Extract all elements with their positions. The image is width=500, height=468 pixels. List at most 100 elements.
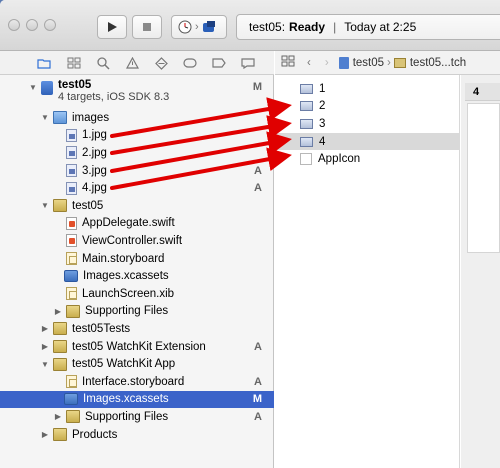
chevron-right-icon: ›: [387, 56, 391, 69]
run-button[interactable]: [97, 15, 127, 39]
jumpbar-item[interactable]: test05: [353, 57, 384, 69]
tree-row-file[interactable]: 3.jpg A: [0, 162, 274, 180]
folder-icon: [53, 357, 67, 371]
tree-row-label: LaunchScreen.xib: [82, 287, 175, 300]
image-slot-panel[interactable]: [467, 103, 500, 253]
tree-row-file[interactable]: AppDelegate.swift: [0, 215, 274, 233]
disclosure-closed-icon: ▶: [41, 342, 49, 352]
tree-row-group[interactable]: ▶ Supporting Files A: [0, 408, 274, 426]
editor-jumpbar: ‹ › test05 › test05...tch: [275, 51, 500, 75]
navigator-tabs: [0, 51, 274, 75]
tree-row-file[interactable]: Interface.storyboard A: [0, 373, 274, 391]
tree-row-file[interactable]: Images.xcassets: [0, 267, 274, 285]
detail-title: 4: [465, 83, 500, 101]
project-navigator: ▼ test05 4 targets, iOS SDK 8.3 M ▼ imag…: [0, 51, 274, 468]
tree-row-group[interactable]: ▼ test05 WatchKit App: [0, 355, 274, 373]
asset-label: 3: [319, 117, 326, 130]
toolbar: › test05: Ready | Today at 2:25: [0, 0, 500, 51]
tree-row-file[interactable]: 1.jpg: [0, 127, 274, 145]
source-control-badge: M: [252, 393, 262, 406]
image-set-icon: [300, 101, 313, 112]
asset-item[interactable]: 3: [275, 115, 460, 133]
tree-row-file[interactable]: ViewController.swift: [0, 232, 274, 250]
asset-item-selected[interactable]: 4: [275, 132, 460, 151]
related-items-icon[interactable]: [281, 55, 295, 70]
disclosure-closed-icon: ▶: [54, 412, 62, 422]
scheme-selector[interactable]: ›: [171, 15, 227, 39]
source-control-badge: A: [254, 410, 262, 423]
source-control-badge: M: [252, 81, 262, 93]
asset-detail: 4: [461, 75, 500, 468]
image-file-icon: [66, 164, 77, 178]
asset-item[interactable]: 1: [275, 80, 460, 98]
forward-arrow-icon[interactable]: ›: [325, 57, 329, 69]
tree-row-label: Images.xcassets: [83, 393, 169, 406]
tree-row-file[interactable]: 4.jpg A: [0, 179, 274, 197]
folder-icon: [393, 57, 406, 68]
jumpbar-item[interactable]: test05...tch: [410, 57, 466, 69]
project-root[interactable]: ▼ test05 4 targets, iOS SDK 8.3 M: [0, 79, 274, 109]
asset-item[interactable]: AppIcon: [275, 150, 460, 168]
folder-icon: [66, 410, 80, 424]
symbol-navigator-icon[interactable]: [66, 55, 82, 71]
tree-row-label: Images.xcassets: [83, 270, 169, 283]
asset-catalog-icon: [64, 393, 78, 406]
tree-row-group[interactable]: ▶ Supporting Files: [0, 303, 274, 321]
xcode-window: › test05: Ready | Today at 2:25 ▼ test05…: [0, 0, 500, 468]
project-subtitle: 4 targets, iOS SDK 8.3: [58, 91, 170, 103]
activity-status: test05: Ready | Today at 2:25: [236, 14, 500, 40]
tree-row-label: test05 WatchKit App: [72, 358, 176, 371]
folder-icon: [53, 322, 67, 336]
project-icon: [41, 81, 53, 95]
tree-row-label: ViewController.swift: [82, 234, 183, 247]
zoom-window-button[interactable]: [44, 19, 56, 31]
tree-row-file-selected[interactable]: Images.xcassets M: [0, 390, 274, 409]
play-icon: [108, 22, 117, 32]
status-time: Today at 2:25: [344, 20, 417, 34]
tree-row-group[interactable]: ▶ test05Tests: [0, 320, 274, 338]
debug-icon[interactable]: [182, 55, 198, 71]
tree-row-file[interactable]: 2.jpg: [0, 144, 274, 162]
tree-row-label: AppDelegate.swift: [82, 217, 175, 230]
report-icon[interactable]: [240, 55, 256, 71]
back-arrow-icon[interactable]: ‹: [307, 57, 311, 69]
asset-label: 4: [319, 135, 326, 148]
folder-icon: [53, 199, 67, 213]
storyboard-file-icon: [66, 252, 77, 266]
tree-row-group[interactable]: ▶ Products: [0, 426, 274, 444]
stop-button[interactable]: [132, 15, 162, 39]
folder-icon: [53, 111, 67, 125]
search-icon[interactable]: [95, 55, 111, 71]
image-file-icon: [66, 128, 77, 142]
tree-row-images-group[interactable]: ▼ images: [0, 109, 274, 127]
folder-icon: [53, 428, 67, 442]
tree-row-label: test05Tests: [72, 322, 131, 335]
tree-row-label: Interface.storyboard: [82, 375, 185, 388]
tree-row-group[interactable]: ▶ test05 WatchKit Extension A: [0, 338, 274, 356]
asset-catalog-icon: [64, 270, 78, 283]
status-separator: |: [333, 20, 337, 34]
issue-warning-icon[interactable]: [124, 55, 140, 71]
minimize-window-button[interactable]: [26, 19, 38, 31]
tree-row-group[interactable]: ▼ test05: [0, 197, 274, 215]
folder-icon: [66, 304, 80, 318]
close-window-button[interactable]: [8, 19, 20, 31]
asset-item[interactable]: 2: [275, 98, 460, 116]
app-icon-set-icon: [300, 153, 312, 166]
disclosure-closed-icon: ▶: [54, 306, 62, 316]
test-diamond-icon[interactable]: [153, 55, 169, 71]
asset-label: 2: [319, 100, 326, 113]
breakpoint-icon[interactable]: [211, 55, 227, 71]
tree-row-file[interactable]: Main.storyboard: [0, 250, 274, 268]
source-control-badge: A: [254, 375, 262, 388]
scheme-clock-icon: [178, 20, 192, 34]
disclosure-open-icon: ▼: [41, 201, 49, 211]
tree-row-file[interactable]: LaunchScreen.xib: [0, 285, 274, 303]
folder-navigator-icon[interactable]: [36, 55, 52, 71]
disclosure-open-icon: ▼: [29, 82, 37, 92]
disclosure-closed-icon: ▶: [41, 430, 49, 440]
chevron-right-icon: ›: [195, 21, 199, 33]
image-file-icon: [66, 146, 77, 160]
tree-row-label: test05: [72, 199, 104, 212]
tree-row-label: Supporting Files: [85, 305, 169, 318]
